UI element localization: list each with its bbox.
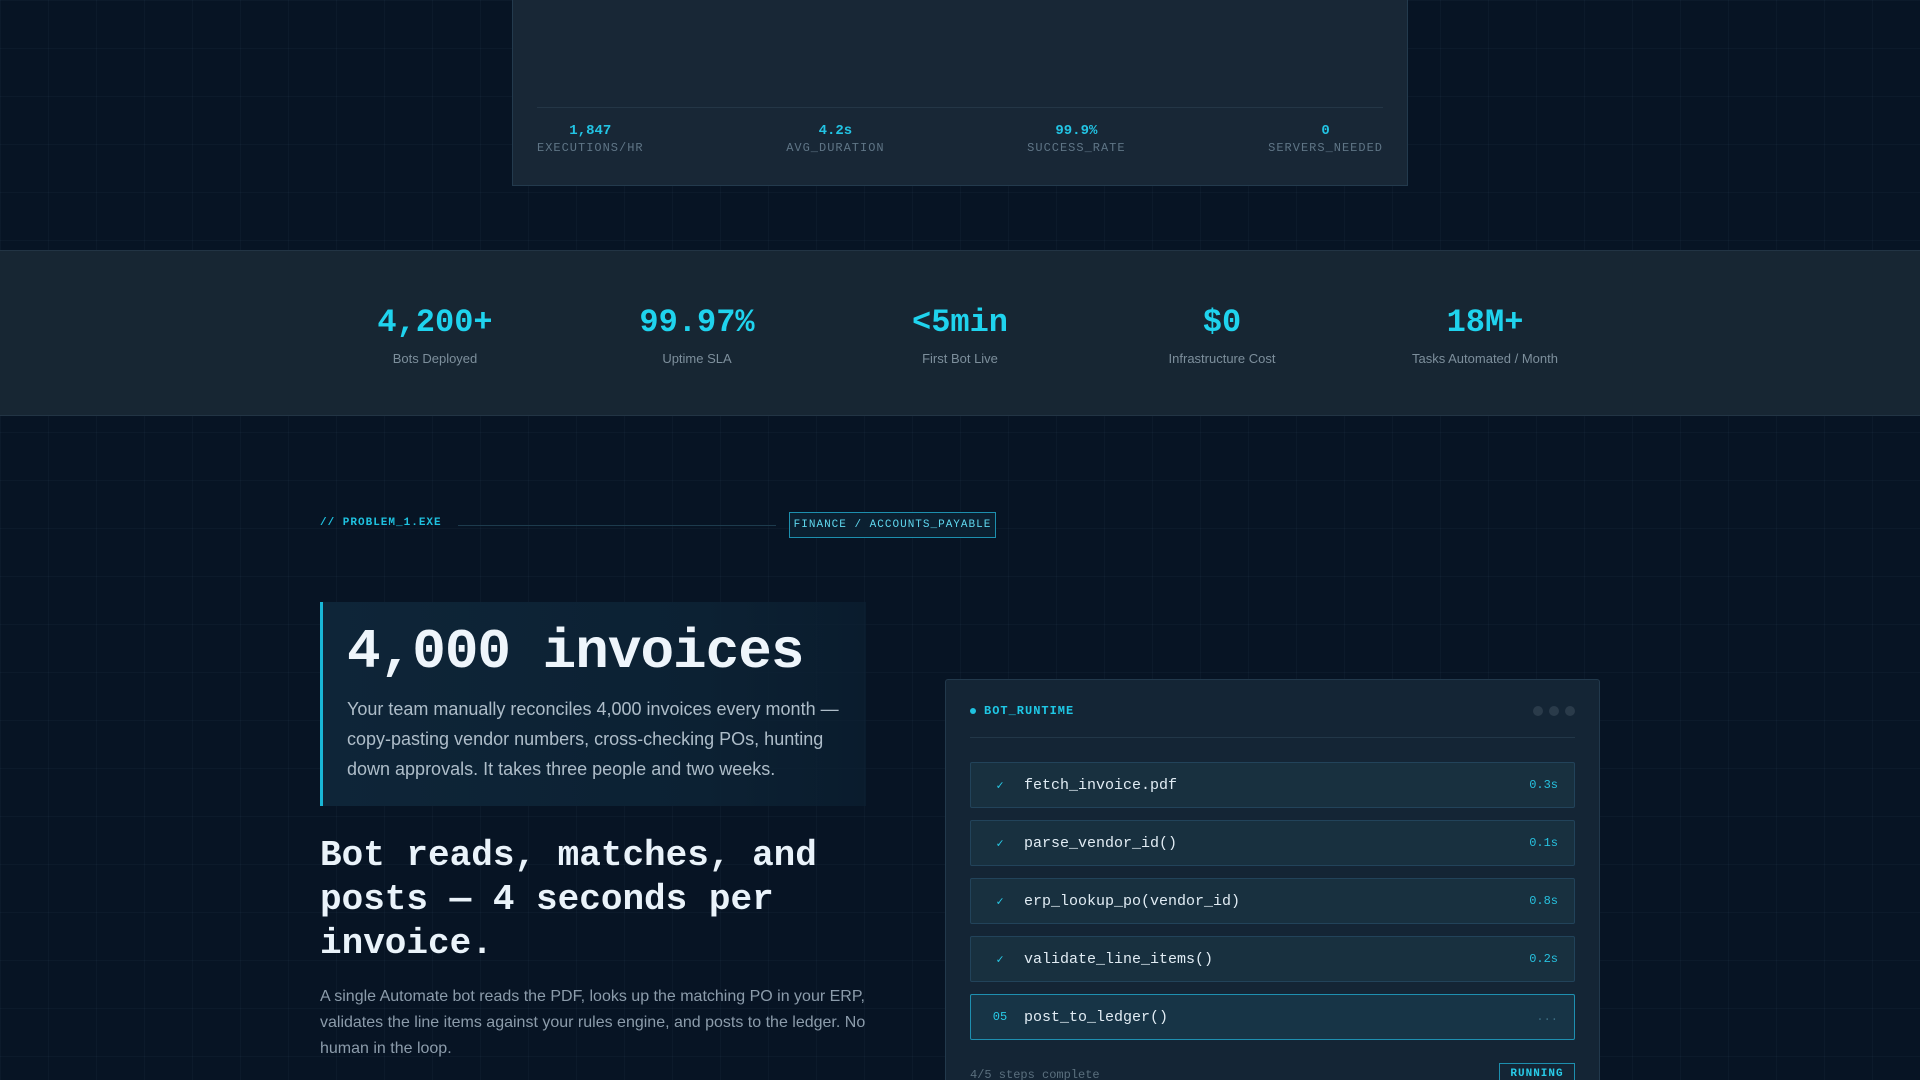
stat-label: Bots Deployed <box>392 351 478 366</box>
stat-label: Tasks Automated / Month <box>1412 351 1558 366</box>
stat-label: First Bot Live <box>922 351 998 366</box>
runtime-steps: ✓ fetch_invoice.pdf 0.3s ✓ parse_vendor_… <box>970 762 1575 1052</box>
status-dot-icon <box>970 708 976 714</box>
stat-tasks-automated: 18M+ Tasks Automated / Month <box>1365 303 1605 367</box>
bot-runtime-panel: BOT_RUNTIME ✓ fetch_invoice.pdf 0.3s ✓ p… <box>945 679 1600 1080</box>
runtime-step: ✓ fetch_invoice.pdf 0.3s <box>970 762 1575 808</box>
monitor-stat-executions: 1,847 EXECUTIONS/HR <box>537 122 644 156</box>
stat-value: 4,200+ <box>377 304 493 341</box>
stat-value: $0 <box>1202 304 1242 341</box>
stat-value: 99.97% <box>639 304 755 341</box>
monitor-card: 1,847 EXECUTIONS/HR 4.2s AVG_DURATION 99… <box>512 0 1408 186</box>
check-icon: ✓ <box>996 952 1004 967</box>
check-icon: ✓ <box>996 778 1004 793</box>
monitor-stat-duration: 4.2s AVG_DURATION <box>786 122 884 156</box>
stat-label: Infrastructure Cost <box>1168 351 1276 366</box>
step-time: ... <box>1536 1010 1558 1024</box>
problem-tag: // PROBLEM_1.EXE <box>320 517 442 529</box>
runtime-header: BOT_RUNTIME <box>970 680 1575 738</box>
monitor-divider <box>537 107 1383 108</box>
step-name: parse_vendor_id() <box>1024 834 1178 852</box>
runtime-step: ✓ erp_lookup_po(vendor_id) 0.8s <box>970 878 1575 924</box>
step-name: post_to_ledger() <box>1024 1008 1169 1026</box>
monitor-stat-value: 99.9% <box>1055 123 1098 139</box>
monitor-stat-success: 99.9% SUCCESS_RATE <box>1027 122 1125 156</box>
window-dot-icon[interactable] <box>1549 706 1559 716</box>
stat-label: Uptime SLA <box>662 351 732 366</box>
problem-headline-block: 4,000 invoices Your team manually reconc… <box>320 602 866 806</box>
monitor-stat-value: 0 <box>1321 123 1330 139</box>
step-time: 0.2s <box>1529 952 1558 966</box>
step-name: fetch_invoice.pdf <box>1024 776 1178 794</box>
category-chip: FINANCE / ACCOUNTS_PAYABLE <box>789 512 996 538</box>
stats-band: 4,200+ Bots Deployed 99.97% Uptime SLA <… <box>0 250 1920 416</box>
runtime-step-active: 05 post_to_ledger() ... <box>970 994 1575 1040</box>
monitor-stat-servers: 0 SERVERS_NEEDED <box>1268 122 1383 156</box>
window-dot-icon[interactable] <box>1533 706 1543 716</box>
monitor-stat-label: SUCCESS_RATE <box>1027 141 1126 155</box>
runtime-step: ✓ parse_vendor_id() 0.1s <box>970 820 1575 866</box>
solution-description: A single Automate bot reads the PDF, loo… <box>320 988 866 1057</box>
stat-first-bot: <5min First Bot Live <box>840 303 1080 367</box>
solution-title: Bot reads, matches, and posts — 4 second… <box>320 835 817 964</box>
monitor-stat-value: 1,847 <box>569 123 612 139</box>
runtime-progress-text: 4/5 steps complete <box>970 1068 1100 1080</box>
window-dot-icon[interactable] <box>1565 706 1575 716</box>
monitor-stat-label: EXECUTIONS/HR <box>537 141 644 155</box>
window-controls <box>1533 706 1575 716</box>
monitor-stats: 1,847 EXECUTIONS/HR 4.2s AVG_DURATION 99… <box>537 122 1383 156</box>
monitor-stat-value: 4.2s <box>818 123 853 139</box>
problem-headline: 4,000 invoices <box>347 620 804 684</box>
step-time: 0.8s <box>1529 894 1558 908</box>
step-name: erp_lookup_po(vendor_id) <box>1024 892 1241 910</box>
step-name: validate_line_items() <box>1024 950 1214 968</box>
runtime-title: BOT_RUNTIME <box>984 704 1075 718</box>
step-time: 0.1s <box>1529 836 1558 850</box>
status-badge: RUNNING <box>1499 1063 1575 1080</box>
stat-uptime: 99.97% Uptime SLA <box>577 303 817 367</box>
stat-infra-cost: $0 Infrastructure Cost <box>1102 303 1342 367</box>
runtime-step: ✓ validate_line_items() 0.2s <box>970 936 1575 982</box>
monitor-stat-label: AVG_DURATION <box>786 141 885 155</box>
problem-divider <box>458 525 776 526</box>
stat-bots-deployed: 4,200+ Bots Deployed <box>315 303 555 367</box>
check-icon: ✓ <box>996 836 1004 851</box>
stat-value: 18M+ <box>1446 304 1524 341</box>
step-time: 0.3s <box>1529 778 1558 792</box>
stat-value: <5min <box>911 304 1008 341</box>
problem-description: Your team manually reconciles 4,000 invo… <box>347 699 839 779</box>
check-icon: ✓ <box>996 894 1004 909</box>
monitor-stat-label: SERVERS_NEEDED <box>1268 141 1383 155</box>
step-number: 05 <box>992 1010 1008 1024</box>
